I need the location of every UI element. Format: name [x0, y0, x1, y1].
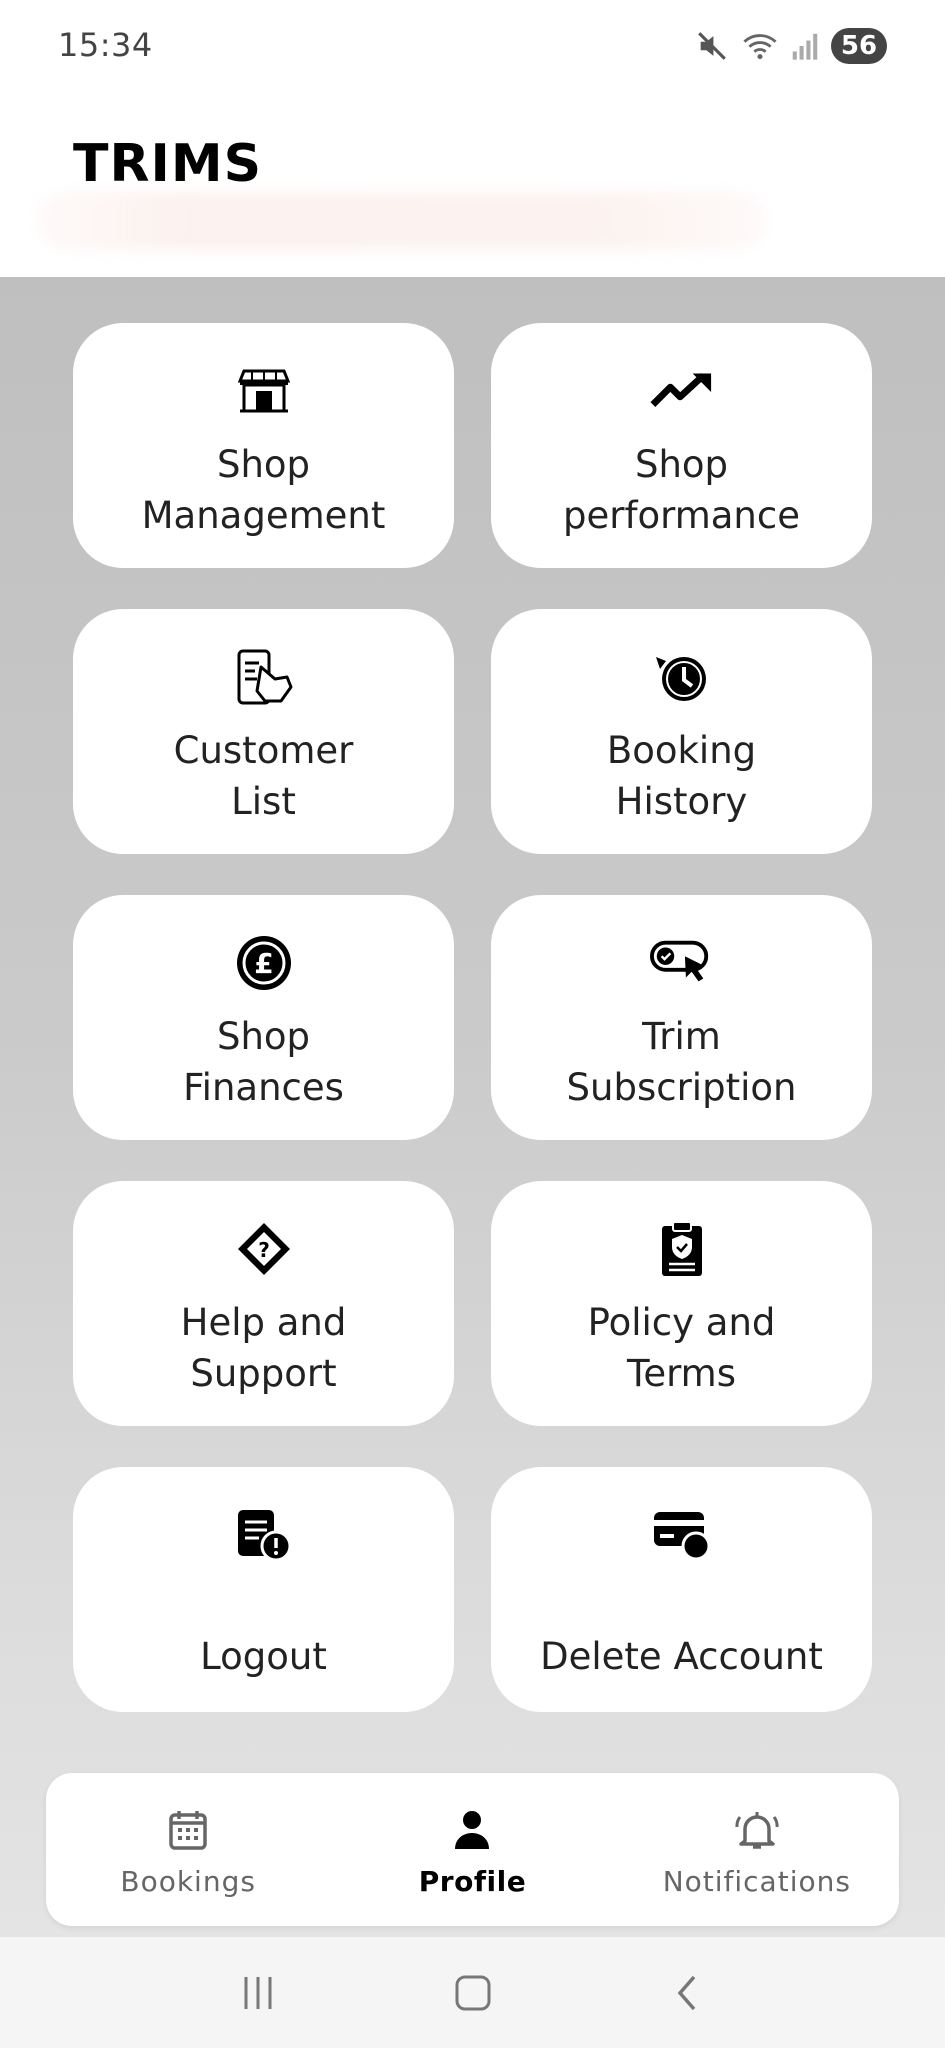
tile-label: Delete Account [540, 1635, 823, 1678]
tile-label: Shop performance [563, 443, 800, 537]
tile-label: Booking History [606, 729, 757, 823]
blurred-subtitle [36, 192, 766, 250]
shop-finances-tile[interactable]: £ Shop Finances [73, 895, 454, 1140]
customer-list-tile[interactable]: Customer List [73, 609, 454, 854]
logout-tile[interactable]: Logout [73, 1467, 454, 1712]
shop-icon [232, 363, 296, 419]
bottom-nav: Bookings Profile Notifications [46, 1773, 899, 1926]
history-clock-icon [650, 649, 714, 705]
svg-text:?: ? [258, 1238, 270, 1262]
tile-label: Policy and Terms [587, 1301, 776, 1395]
app-title: TRIMS [73, 134, 263, 194]
trim-subscription-tile[interactable]: Trim Subscription [491, 895, 872, 1140]
shop-performance-tile[interactable]: Shop performance [491, 323, 872, 568]
back-button[interactable] [648, 1963, 728, 2023]
tile-label: Trim Subscription [566, 1015, 797, 1109]
tile-label: Help and Support [180, 1301, 347, 1395]
policy-and-terms-tile[interactable]: Policy and Terms [491, 1181, 872, 1426]
menu-grid: Shop Management Shop performance Customer L… [73, 323, 872, 1712]
nav-label-notifications: Notifications [662, 1865, 851, 1898]
battery-indicator: 56 [831, 28, 887, 64]
home-button[interactable] [433, 1963, 513, 2023]
person-icon [452, 1809, 492, 1855]
tile-label: Shop Management [141, 443, 386, 537]
tile-label: Logout [200, 1635, 327, 1678]
recent-apps-button[interactable] [218, 1963, 298, 2023]
help-diamond-icon: ? [232, 1221, 296, 1277]
menu-content: Shop Management Shop performance Customer L… [0, 277, 945, 1937]
signal-icon [791, 31, 819, 61]
wifi-icon [741, 29, 779, 63]
nav-item-bookings[interactable]: Bookings [46, 1773, 330, 1926]
app-header: TRIMS [0, 92, 945, 277]
phone-list-icon [232, 649, 296, 705]
booking-history-tile[interactable]: Booking History [491, 609, 872, 854]
calendar-icon [168, 1809, 208, 1855]
shop-management-tile[interactable]: Shop Management [73, 323, 454, 568]
nav-item-notifications[interactable]: Notifications [615, 1773, 899, 1926]
card-delete-icon [650, 1507, 714, 1563]
clipboard-shield-icon [650, 1221, 714, 1277]
status-bar: 15:34 56 [0, 0, 945, 92]
status-icons: 56 [695, 26, 887, 66]
svg-text:£: £ [254, 947, 273, 980]
tile-label: Customer List [173, 729, 354, 823]
document-alert-icon [232, 1507, 296, 1563]
nav-label-bookings: Bookings [120, 1865, 256, 1898]
delete-account-tile[interactable]: Delete Account [491, 1467, 872, 1712]
help-and-support-tile[interactable]: ? Help and Support [73, 1181, 454, 1426]
bell-icon [734, 1809, 780, 1855]
nav-item-profile[interactable]: Profile [330, 1773, 614, 1926]
nav-label-profile: Profile [418, 1865, 527, 1898]
mute-icon [695, 29, 729, 63]
status-time: 15:34 [58, 26, 153, 64]
pound-coin-icon: £ [232, 935, 296, 991]
toggle-cursor-icon [649, 935, 714, 991]
system-nav-bar [0, 1937, 945, 2048]
tile-label: Shop Finances [183, 1015, 344, 1109]
trending-up-icon [650, 363, 714, 419]
